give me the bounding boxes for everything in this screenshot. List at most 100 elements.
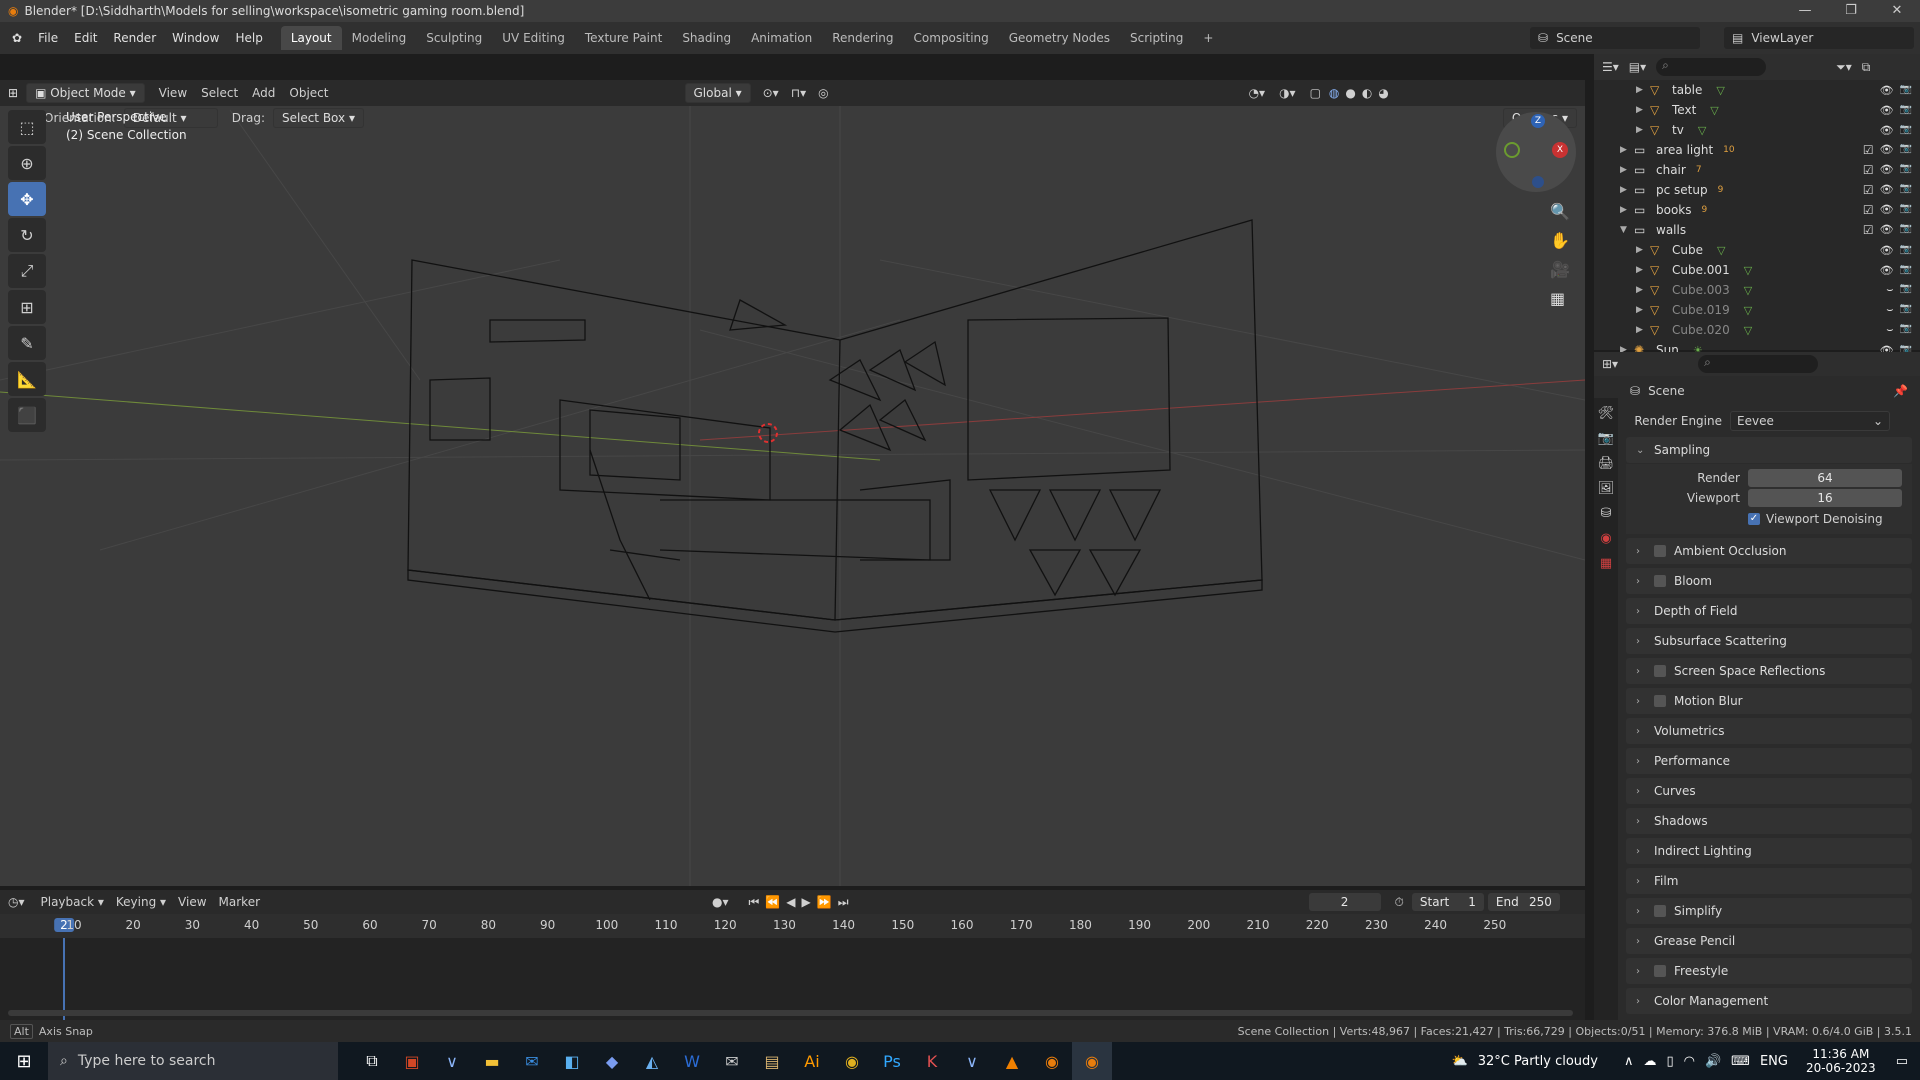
render-camera-icon[interactable]: 📷 — [1900, 244, 1912, 257]
gizmo-toggle-icon[interactable]: ◔▾ — [1249, 86, 1266, 100]
eye-icon[interactable]: 👁 — [1880, 203, 1894, 217]
eye-icon[interactable]: 👁 — [1880, 183, 1894, 197]
network-icon[interactable]: ☁ — [1643, 1054, 1656, 1069]
section-checkbox[interactable] — [1654, 695, 1666, 707]
render-samples-field[interactable]: 64 — [1748, 469, 1902, 487]
word-icon[interactable]: W — [672, 1042, 712, 1080]
section-checkbox[interactable] — [1654, 665, 1666, 677]
display-mode-icon[interactable]: ▤▾ — [1629, 60, 1646, 74]
render-engine-dropdown[interactable]: Eevee ⌄ — [1730, 411, 1890, 431]
app-folder-icon[interactable]: ▤ — [752, 1042, 792, 1080]
powerpoint-icon[interactable]: ▣ — [392, 1042, 432, 1080]
gizmo-neg-z[interactable] — [1532, 176, 1544, 188]
property-section[interactable]: › Ambient Occlusion — [1626, 538, 1912, 564]
render-camera-icon[interactable]: 📷 — [1900, 323, 1912, 337]
section-checkbox[interactable] — [1654, 905, 1666, 917]
eye-icon[interactable]: 👁 — [1880, 104, 1894, 117]
jump-start-icon[interactable]: ⏮ — [749, 895, 760, 910]
property-section[interactable]: › Freestyle — [1626, 958, 1912, 984]
scene-props-icon[interactable]: ⛁ — [1601, 506, 1612, 521]
property-section[interactable]: › Grease Pencil — [1626, 928, 1912, 954]
property-section[interactable]: › Curves — [1626, 778, 1912, 804]
menu-render[interactable]: Render — [105, 31, 164, 45]
volume-icon[interactable]: 🔊 — [1705, 1054, 1721, 1069]
expand-arrow-icon[interactable]: ▶ — [1620, 165, 1634, 175]
menu-timeline-view[interactable]: View — [178, 895, 206, 909]
render-props-icon[interactable]: 📷 — [1598, 431, 1614, 446]
outliner-search-input[interactable]: ⌕ — [1656, 58, 1767, 76]
clock[interactable]: 11:36 AM 20-06-2023 — [1806, 1047, 1876, 1075]
texture-props-icon[interactable]: ▦ — [1600, 556, 1612, 571]
measure-tool-icon[interactable]: 📐 — [8, 362, 46, 396]
timeline-area[interactable]: 2 10 20 30 40 50 60 70 80 90 100 110 120 130 140 150 160… — [0, 914, 1585, 1020]
property-section[interactable]: › Subsurface Scattering — [1626, 628, 1912, 654]
menu-select[interactable]: Select — [201, 86, 238, 100]
outliner-item[interactable]: ▶ ▽ Cube.001 ▽ 👁 📷 — [1594, 260, 1920, 280]
tab-modeling[interactable]: Modeling — [342, 26, 417, 50]
outliner-item[interactable]: ▶ ▽ Cube ▽ 👁 📷 — [1594, 240, 1920, 260]
new-collection-icon[interactable]: ⧉ — [1862, 60, 1871, 75]
expand-arrow-icon[interactable]: ▶ — [1636, 245, 1650, 255]
expand-arrow-icon[interactable]: ▶ — [1620, 205, 1634, 215]
sketchup-icon[interactable]: ◭ — [632, 1042, 672, 1080]
tool-props-icon[interactable]: 🛠 — [1598, 406, 1615, 421]
tab-texture-paint[interactable]: Texture Paint — [575, 26, 672, 50]
proportional-edit-icon[interactable]: ◎ — [818, 86, 828, 100]
drag-dropdown[interactable]: Select Box ▾ — [272, 108, 364, 128]
select-box-tool-icon[interactable]: ⬚ — [8, 110, 46, 144]
file-explorer-icon[interactable]: ▬ — [472, 1042, 512, 1080]
render-camera-icon[interactable]: 📷 — [1900, 203, 1912, 217]
tab-animation[interactable]: Animation — [741, 26, 822, 50]
shading-solid-icon[interactable]: ● — [1345, 86, 1355, 100]
transform-tool-icon[interactable]: ⊞ — [8, 290, 46, 324]
menu-object[interactable]: Object — [289, 86, 328, 100]
taskbar-search[interactable]: ⌕ Type here to search — [48, 1042, 338, 1080]
store-icon[interactable]: ◧ — [552, 1042, 592, 1080]
3d-viewport[interactable]: ⊞ ▣ Object Mode ▾ View Select Add Object… — [0, 80, 1585, 886]
exclude-checkbox[interactable]: ☑ — [1863, 203, 1874, 217]
property-section[interactable]: › Volumetrics — [1626, 718, 1912, 744]
navigation-gizmo[interactable]: Z X — [1496, 112, 1576, 192]
close-button[interactable]: ✕ — [1874, 0, 1920, 22]
rotate-tool-icon[interactable]: ↻ — [8, 218, 46, 252]
filter-icon[interactable]: ⏷▾ — [1836, 60, 1852, 75]
eye-icon[interactable]: ⌣ — [1886, 303, 1893, 317]
render-camera-icon[interactable]: 📷 — [1900, 104, 1912, 117]
snap-icon[interactable]: ⊓▾ — [791, 86, 806, 100]
illustrator-icon[interactable]: Ai — [792, 1042, 832, 1080]
outliner-item[interactable]: ▼ ▭ walls ☑ 👁 📷 — [1594, 220, 1920, 240]
exclude-checkbox[interactable]: ☑ — [1863, 163, 1874, 177]
transform-orientation-dropdown[interactable]: Global ▾ — [684, 83, 751, 103]
mode-dropdown[interactable]: ▣ Object Mode ▾ — [26, 83, 145, 103]
chrome-icon[interactable]: ◉ — [832, 1042, 872, 1080]
language-indicator[interactable]: ENG — [1760, 1054, 1788, 1069]
denoise-checkbox[interactable]: ✓ — [1748, 513, 1760, 525]
jump-end-icon[interactable]: ⏭ — [838, 895, 849, 910]
add-workspace-icon[interactable]: + — [1193, 26, 1223, 50]
next-keyframe-icon[interactable]: ⏩ — [817, 895, 832, 909]
expand-arrow-icon[interactable]: ▶ — [1636, 85, 1650, 95]
outliner-item[interactable]: ▶ ▭ books 9 ☑ 👁 📷 — [1594, 200, 1920, 220]
render-camera-icon[interactable]: 📷 — [1900, 143, 1912, 157]
viewlayer-selector[interactable]: ▤ ViewLayer — [1724, 27, 1914, 49]
tab-rendering[interactable]: Rendering — [822, 26, 903, 50]
outliner-item[interactable]: ▶ ▽ tv ▽ 👁 📷 — [1594, 120, 1920, 140]
render-camera-icon[interactable]: 📷 — [1900, 283, 1912, 297]
scale-tool-icon[interactable]: ⤢ — [8, 254, 46, 288]
notification-icon[interactable]: ▭ — [1896, 1054, 1908, 1069]
eye-icon[interactable]: 👁 — [1880, 124, 1894, 137]
pivot-icon[interactable]: ⊙▾ — [763, 86, 779, 100]
render-camera-icon[interactable]: 📷 — [1900, 84, 1912, 97]
exclude-checkbox[interactable]: ☑ — [1863, 143, 1874, 157]
shading-material-icon[interactable]: ◐ — [1362, 86, 1372, 100]
gizmo-x[interactable]: X — [1552, 142, 1568, 158]
menu-edit[interactable]: Edit — [66, 31, 105, 45]
render-camera-icon[interactable]: 📷 — [1900, 183, 1912, 197]
outliner-item[interactable]: ▶ ▽ table ▽ 👁 📷 — [1594, 80, 1920, 100]
blender-active-taskbar-icon[interactable]: ◉ — [1072, 1042, 1112, 1080]
property-section[interactable]: › Depth of Field — [1626, 598, 1912, 624]
outliner-item[interactable]: ▶ ▭ pc setup 9 ☑ 👁 📷 — [1594, 180, 1920, 200]
section-checkbox[interactable] — [1654, 965, 1666, 977]
property-section[interactable]: › Motion Blur — [1626, 688, 1912, 714]
sampling-section[interactable]: ⌄ Sampling — [1626, 437, 1912, 463]
